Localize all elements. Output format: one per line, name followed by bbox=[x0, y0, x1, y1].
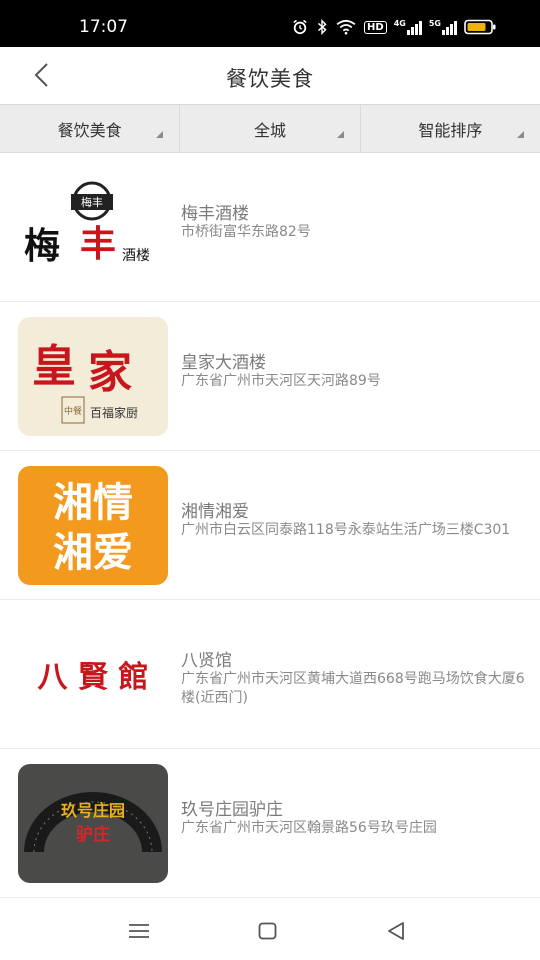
menu-button[interactable] bbox=[126, 918, 152, 944]
wifi-icon bbox=[336, 19, 356, 35]
restaurant-address: 广东省广州市天河区黄埔大道西668号跑马场饮食大厦6楼(近西门) bbox=[181, 671, 525, 706]
battery-icon bbox=[464, 19, 496, 35]
logo-center-text: 驴庄 bbox=[76, 824, 110, 845]
list-item[interactable]: 玖号庄园 驴庄 玖号庄园驴庄 广东省广州市天河区翰景路56号玖号庄园 bbox=[0, 749, 540, 898]
filter-area-label: 全城 bbox=[253, 120, 286, 140]
list-item[interactable]: 八 賢 館 八贤馆 广东省广州市天河区黄埔大道西668号跑马场饮食大厦6楼(近西… bbox=[0, 600, 540, 749]
app-bar: 餐饮美食 bbox=[0, 47, 540, 105]
page-title: 餐饮美食 bbox=[226, 67, 314, 91]
restaurant-list: 梅丰 梅 丰 酒楼 梅丰酒楼 市桥街富华东路82号 皇 家 中餐 百福家厨 皇家… bbox=[0, 153, 540, 898]
filter-category[interactable]: 餐饮美食 bbox=[0, 105, 181, 152]
restaurant-address: 广东省广州市天河区翰景路56号玖号庄园 bbox=[181, 820, 437, 836]
list-item[interactable]: 湘情 湘爱 湘情湘爱 广州市白云区同泰路118号永泰站生活广场三楼C301 bbox=[0, 451, 540, 600]
restaurant-name: 梅丰酒楼 bbox=[181, 204, 249, 224]
restaurant-address: 市桥街富华东路82号 bbox=[181, 224, 311, 240]
menu-icon bbox=[129, 924, 149, 938]
restaurant-address: 广东省广州市天河区天河路89号 bbox=[181, 373, 381, 389]
restaurant-address: 广州市白云区同泰路118号永泰站生活广场三楼C301 bbox=[181, 522, 511, 538]
dropdown-triangle-icon bbox=[336, 131, 344, 138]
restaurant-logo: 梅丰 梅 丰 酒楼 bbox=[18, 168, 168, 287]
restaurant-logo: 湘情 湘爱 bbox=[18, 466, 168, 585]
logo-line-2: 湘爱 bbox=[53, 530, 133, 576]
filter-area[interactable]: 全城 bbox=[180, 105, 361, 152]
status-icons: HD 4G 5G bbox=[291, 19, 496, 35]
signal-4g-label: 4G bbox=[393, 19, 406, 28]
logo-subtitle: 百福家厨 bbox=[90, 405, 138, 420]
nav-back-button[interactable] bbox=[384, 918, 410, 944]
logo-stamp: 中餐 bbox=[64, 405, 82, 417]
signal-5g-icon: 5G bbox=[429, 19, 457, 35]
list-item[interactable]: 梅丰 梅 丰 酒楼 梅丰酒楼 市桥街富华东路82号 bbox=[0, 153, 540, 302]
dropdown-triangle-icon bbox=[156, 131, 164, 138]
restaurant-logo: 玖号庄园 驴庄 bbox=[18, 764, 168, 883]
filter-sort-label: 智能排序 bbox=[418, 120, 483, 140]
list-item[interactable]: 皇 家 中餐 百福家厨 皇家大酒楼 广东省广州市天河区天河路89号 bbox=[0, 302, 540, 451]
restaurant-name: 玖号庄园驴庄 bbox=[181, 800, 283, 820]
logo-text: 八 賢 館 bbox=[38, 660, 149, 695]
hd-icon: HD bbox=[364, 20, 387, 34]
alarm-icon bbox=[293, 19, 307, 35]
restaurant-logo: 皇 家 中餐 百福家厨 bbox=[18, 317, 168, 436]
restaurant-name: 皇家大酒楼 bbox=[181, 353, 266, 373]
status-bar: 17:07 HD 4G 5G bbox=[0, 0, 540, 47]
restaurant-name: 湘情湘爱 bbox=[181, 502, 249, 522]
home-button[interactable] bbox=[255, 918, 281, 944]
dropdown-triangle-icon bbox=[516, 131, 524, 138]
logo-char-2: 家 bbox=[88, 347, 132, 398]
filter-sort[interactable]: 智能排序 bbox=[361, 105, 540, 152]
filter-bar: 餐饮美食 全城 智能排序 bbox=[0, 105, 540, 153]
back-icon bbox=[388, 922, 404, 940]
bluetooth-icon bbox=[318, 19, 327, 35]
status-time: 17:07 bbox=[79, 17, 128, 37]
logo-char-1: 梅 bbox=[24, 225, 60, 267]
signal-5g-label: 5G bbox=[428, 19, 441, 28]
signal-4g-icon: 4G bbox=[394, 19, 422, 35]
system-nav-bar bbox=[0, 900, 540, 960]
logo-subtitle: 酒楼 bbox=[122, 248, 150, 264]
filter-category-label: 餐饮美食 bbox=[57, 120, 122, 140]
restaurant-name: 八贤馆 bbox=[181, 651, 232, 671]
logo-line-1: 湘情 bbox=[53, 480, 133, 526]
logo-badge-text: 梅丰 bbox=[81, 195, 103, 209]
logo-char-1: 皇 bbox=[32, 341, 76, 392]
home-icon bbox=[258, 922, 277, 940]
logo-char-2: 丰 bbox=[80, 223, 116, 265]
logo-arch-text: 玖号庄园 bbox=[61, 801, 125, 820]
restaurant-logo: 八 賢 館 bbox=[18, 615, 168, 734]
